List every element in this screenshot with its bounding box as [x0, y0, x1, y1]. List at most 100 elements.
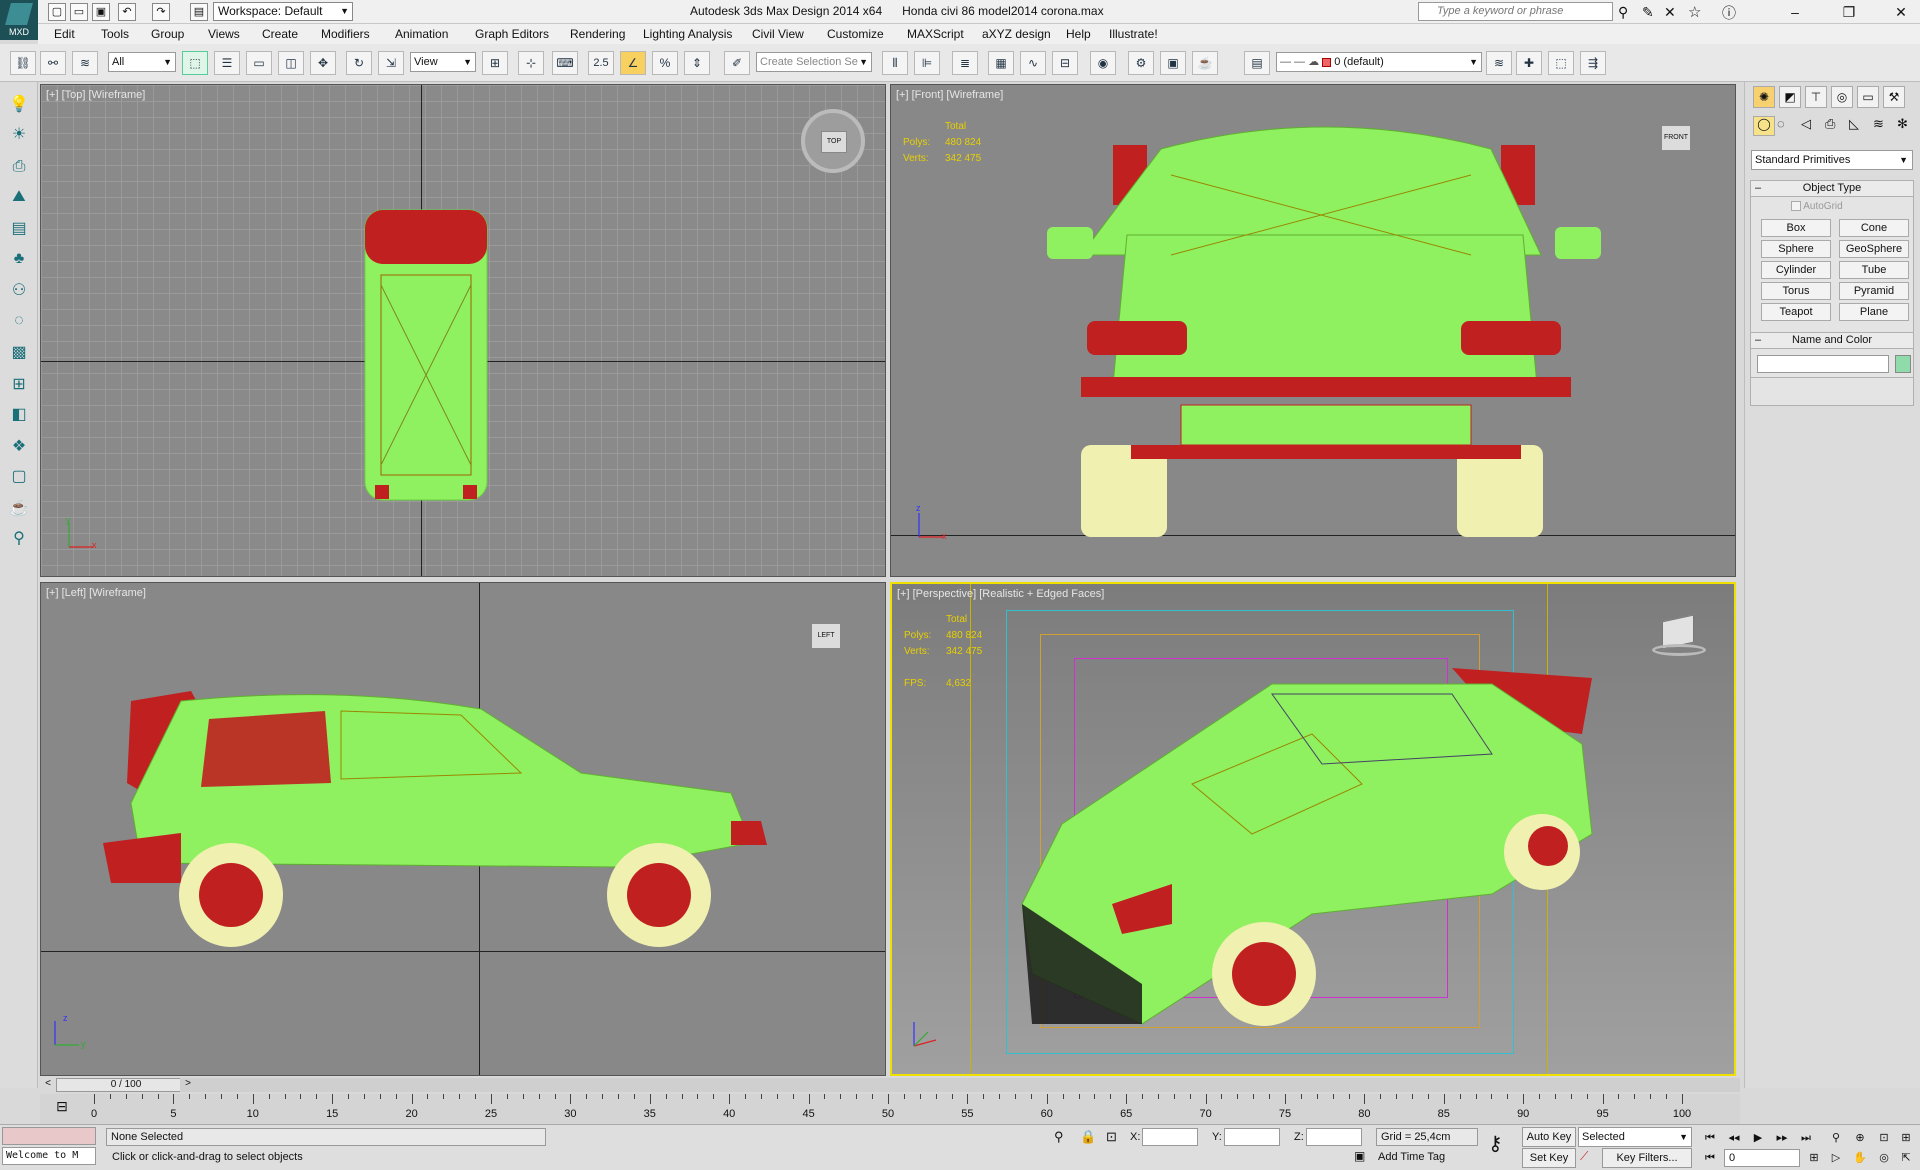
menu-illustrate[interactable]: Illustrate! [1109, 27, 1158, 41]
menu-views[interactable]: Views [208, 27, 240, 41]
helpers-category-icon[interactable]: ◺ [1849, 116, 1859, 132]
spinner-snap-icon[interactable]: ⇕ [684, 51, 710, 75]
cylinder-button[interactable]: Cylinder [1761, 261, 1831, 279]
save-icon[interactable]: ▣ [92, 3, 110, 21]
workspace-dropdown[interactable]: Workspace: Default ▼ [213, 2, 353, 21]
viewport-front[interactable]: [+] [Front] [Wireframe] Total Polys: 480… [890, 84, 1736, 577]
menu-rendering[interactable]: Rendering [570, 27, 625, 41]
frame-icon[interactable]: ▢ [7, 464, 31, 490]
rendered-frame-window-icon[interactable]: ▣ [1160, 51, 1186, 75]
time-configuration-icon[interactable]: ⊞ [1804, 1149, 1824, 1167]
percent-snap-icon[interactable]: % [652, 51, 678, 75]
car-perspective-model[interactable] [892, 584, 1736, 1076]
time-prev-arrow[interactable]: < [42, 1078, 54, 1092]
render-icon[interactable]: ⊞ [7, 372, 31, 398]
set-key-button[interactable]: Set Key [1522, 1148, 1576, 1168]
key-icon[interactable]: ⚷ [1488, 1131, 1503, 1156]
group-icon[interactable]: ❖ [7, 434, 31, 460]
tree-icon[interactable]: ♣ [7, 246, 31, 272]
exchange-icon[interactable]: ✕ [1664, 4, 1676, 21]
viewport-label[interactable]: [+] [Perspective] [Realistic + Edged Fac… [897, 588, 1104, 600]
reference-coordinate-dropdown[interactable]: View ▼ [410, 52, 476, 72]
teapot-button[interactable]: Teapot [1761, 303, 1831, 321]
track-bar[interactable]: ⊟ 0 5 10 15 20 25 30 35 40 45 50 55 60 65 70 75 80 85 90 95… [40, 1094, 1740, 1124]
torus-button[interactable]: Torus [1761, 282, 1831, 300]
space-warps-category-icon[interactable]: ≋ [1873, 116, 1884, 132]
sphere-button[interactable]: Sphere [1761, 240, 1831, 258]
isolate-selection-icon[interactable]: ⚲ [1054, 1129, 1064, 1145]
undo-icon[interactable]: ↶ [118, 3, 136, 21]
absolute-mode-icon[interactable]: ⊡ [1106, 1129, 1117, 1145]
curve-editor-icon[interactable]: ∿ [1020, 51, 1046, 75]
bulb-small-icon[interactable]: ⚲ [7, 526, 31, 552]
app-logo[interactable]: MXD [0, 0, 38, 40]
car-top-wireframe[interactable] [41, 85, 886, 577]
select-and-move-icon[interactable]: ✥ [310, 51, 336, 75]
bind-space-warp-icon[interactable]: ≋ [72, 51, 98, 75]
rollout-header[interactable]: – Object Type [1751, 181, 1913, 197]
car-front-wireframe[interactable] [891, 85, 1736, 577]
viewport-left[interactable]: [+] [Left] [Wireframe] LEFT z y [40, 582, 886, 1076]
viewcube-ring[interactable]: TOP [801, 109, 865, 173]
modify-tab-icon[interactable]: ◩ [1779, 86, 1801, 108]
script-icon[interactable]: ◧ [7, 402, 31, 428]
auto-key-button[interactable]: Auto Key [1522, 1127, 1576, 1147]
render-setup-icon[interactable]: ⚙ [1128, 51, 1154, 75]
project-folder-icon[interactable]: ▤ [190, 3, 208, 21]
menu-modifiers[interactable]: Modifiers [321, 27, 370, 41]
time-slider-track[interactable] [180, 1078, 1740, 1092]
pivot-center-icon[interactable]: ⊞ [482, 51, 508, 75]
menu-create[interactable]: Create [262, 27, 298, 41]
redo-icon[interactable]: ↷ [152, 3, 170, 21]
material-editor-icon[interactable]: ◉ [1090, 51, 1116, 75]
layer-toolbar-icon[interactable]: ▤ [1244, 51, 1270, 75]
menu-customize[interactable]: Customize [827, 27, 884, 41]
help-search-input[interactable]: Type a keyword or phrase [1418, 2, 1613, 21]
terrain-icon[interactable]: ⛰ [7, 184, 31, 210]
viewport-label[interactable]: [+] [Front] [Wireframe] [896, 89, 1003, 101]
pan-icon[interactable]: ✋ [1850, 1149, 1870, 1167]
object-color-swatch[interactable] [1895, 355, 1911, 373]
snaps-toggle-button[interactable]: 2.5 [588, 51, 614, 75]
shapes-category-icon[interactable]: ◌ [1777, 116, 1785, 131]
lights-category-icon[interactable]: ◁ [1801, 116, 1811, 132]
named-selection-set-dropdown[interactable]: Create Selection Se ▼ [756, 52, 872, 72]
key-mode-toggle-icon[interactable]: ⏮ [1700, 1149, 1720, 1167]
menu-animation[interactable]: Animation [395, 27, 448, 41]
zoom-icon[interactable]: ⚲ [1826, 1129, 1846, 1147]
viewport-label[interactable]: [+] [Top] [Wireframe] [46, 89, 145, 101]
car-side-wireframe[interactable] [41, 583, 886, 1076]
current-frame-input[interactable]: 0 [1724, 1149, 1800, 1167]
menu-lighting-analysis[interactable]: Lighting Analysis [643, 27, 732, 41]
set-current-layer-icon[interactable]: ⇶ [1580, 51, 1606, 75]
light-bulb-icon[interactable]: 💡 [7, 92, 31, 118]
viewport-perspective[interactable]: [+] [Perspective] [Realistic + Edged Fac… [890, 582, 1736, 1076]
time-next-arrow[interactable]: > [182, 1078, 194, 1092]
pyramid-button[interactable]: Pyramid [1839, 282, 1909, 300]
camera-icon[interactable]: ⎙ [7, 154, 31, 180]
menu-maxscript[interactable]: MAXScript [907, 27, 964, 41]
schematic-view-icon[interactable]: ⊟ [1052, 51, 1078, 75]
select-and-scale-icon[interactable]: ⇲ [378, 51, 404, 75]
close-button[interactable]: ✕ [1886, 3, 1916, 21]
create-new-layer-icon[interactable]: ≋ [1486, 51, 1512, 75]
previous-frame-icon[interactable]: ◂◂ [1724, 1129, 1744, 1147]
select-by-name-icon[interactable]: ☰ [214, 51, 240, 75]
orbit-icon[interactable]: ◎ [1874, 1149, 1894, 1167]
scene-explorer-icon[interactable]: ▤ [7, 216, 31, 242]
communication-center-icon[interactable]: ✎ [1642, 4, 1654, 21]
x-coordinate-input[interactable] [1142, 1128, 1198, 1146]
angle-snap-icon[interactable]: ∠ [620, 51, 646, 75]
layer-manager-icon[interactable]: ≣ [952, 51, 978, 75]
rectangular-selection-icon[interactable]: ▭ [246, 51, 272, 75]
open-file-icon[interactable]: ▭ [70, 3, 88, 21]
plane-button[interactable]: Plane [1839, 303, 1909, 321]
viewcube[interactable]: LEFT [811, 623, 841, 649]
selection-filter-dropdown[interactable]: All ▼ [108, 52, 176, 72]
play-icon[interactable]: ▶ [1748, 1129, 1768, 1147]
viewport-top[interactable]: [+] [Top] [Wireframe] TOP y x [40, 84, 886, 577]
help-icon[interactable]: ⓘ [1722, 3, 1736, 23]
sky-icon[interactable]: ◌ [7, 308, 31, 334]
zoom-extents-all-icon[interactable]: ⊞ [1896, 1129, 1916, 1147]
binoculars-icon[interactable]: ⚲ [1618, 4, 1628, 21]
